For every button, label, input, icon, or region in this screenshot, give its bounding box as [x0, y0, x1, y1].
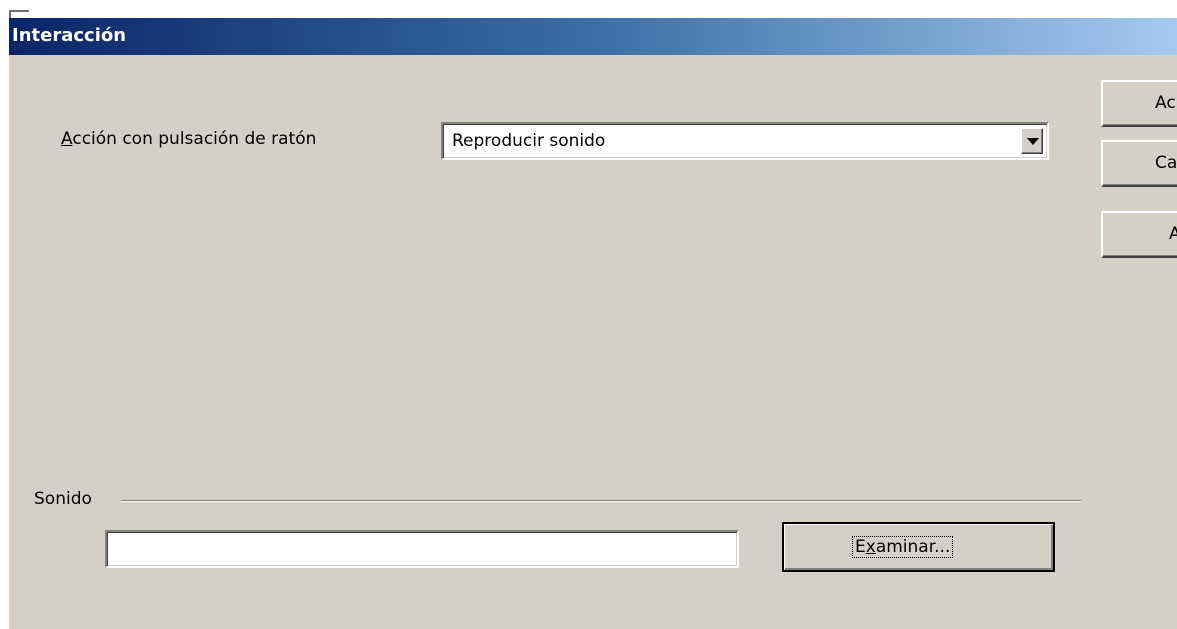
browse-label-start: E [855, 537, 866, 557]
cancel-button-label: Ca [1155, 153, 1177, 173]
sound-group-label: Sonido [34, 489, 92, 509]
mouse-action-label: Acción con pulsación de ratón [61, 129, 316, 149]
mouse-action-selected-value: Reproducir sonido [452, 131, 606, 151]
title-bar[interactable]: Interacción [9, 18, 1177, 55]
window-corner-mark [9, 10, 29, 18]
accept-button[interactable]: Ac [1101, 80, 1177, 127]
help-button[interactable]: A [1101, 211, 1177, 258]
sound-group-divider [121, 500, 1081, 502]
mouse-action-label-text: cción con pulsación de ratón [72, 129, 317, 149]
interaction-dialog: Interacción Acción con pulsación de rató… [7, 18, 1177, 629]
browse-label-end: aminar... [875, 537, 951, 557]
dialog-title: Interacción [12, 25, 127, 46]
browse-label-mnemonic: x [865, 537, 876, 557]
mouse-action-label-mnemonic: A [61, 129, 73, 149]
dropdown-button[interactable] [1021, 128, 1043, 154]
accept-button-label: Ac [1155, 93, 1176, 113]
mouse-action-select[interactable]: Reproducir sonido [441, 122, 1049, 160]
help-button-label: A [1169, 224, 1177, 244]
browse-button[interactable]: Examinar... [782, 522, 1055, 572]
browse-button-label: Examinar... [852, 536, 954, 558]
background-strip [0, 0, 1177, 18]
cancel-button[interactable]: Ca [1101, 140, 1177, 187]
chevron-down-icon [1027, 138, 1039, 145]
sound-file-input[interactable] [105, 530, 739, 568]
